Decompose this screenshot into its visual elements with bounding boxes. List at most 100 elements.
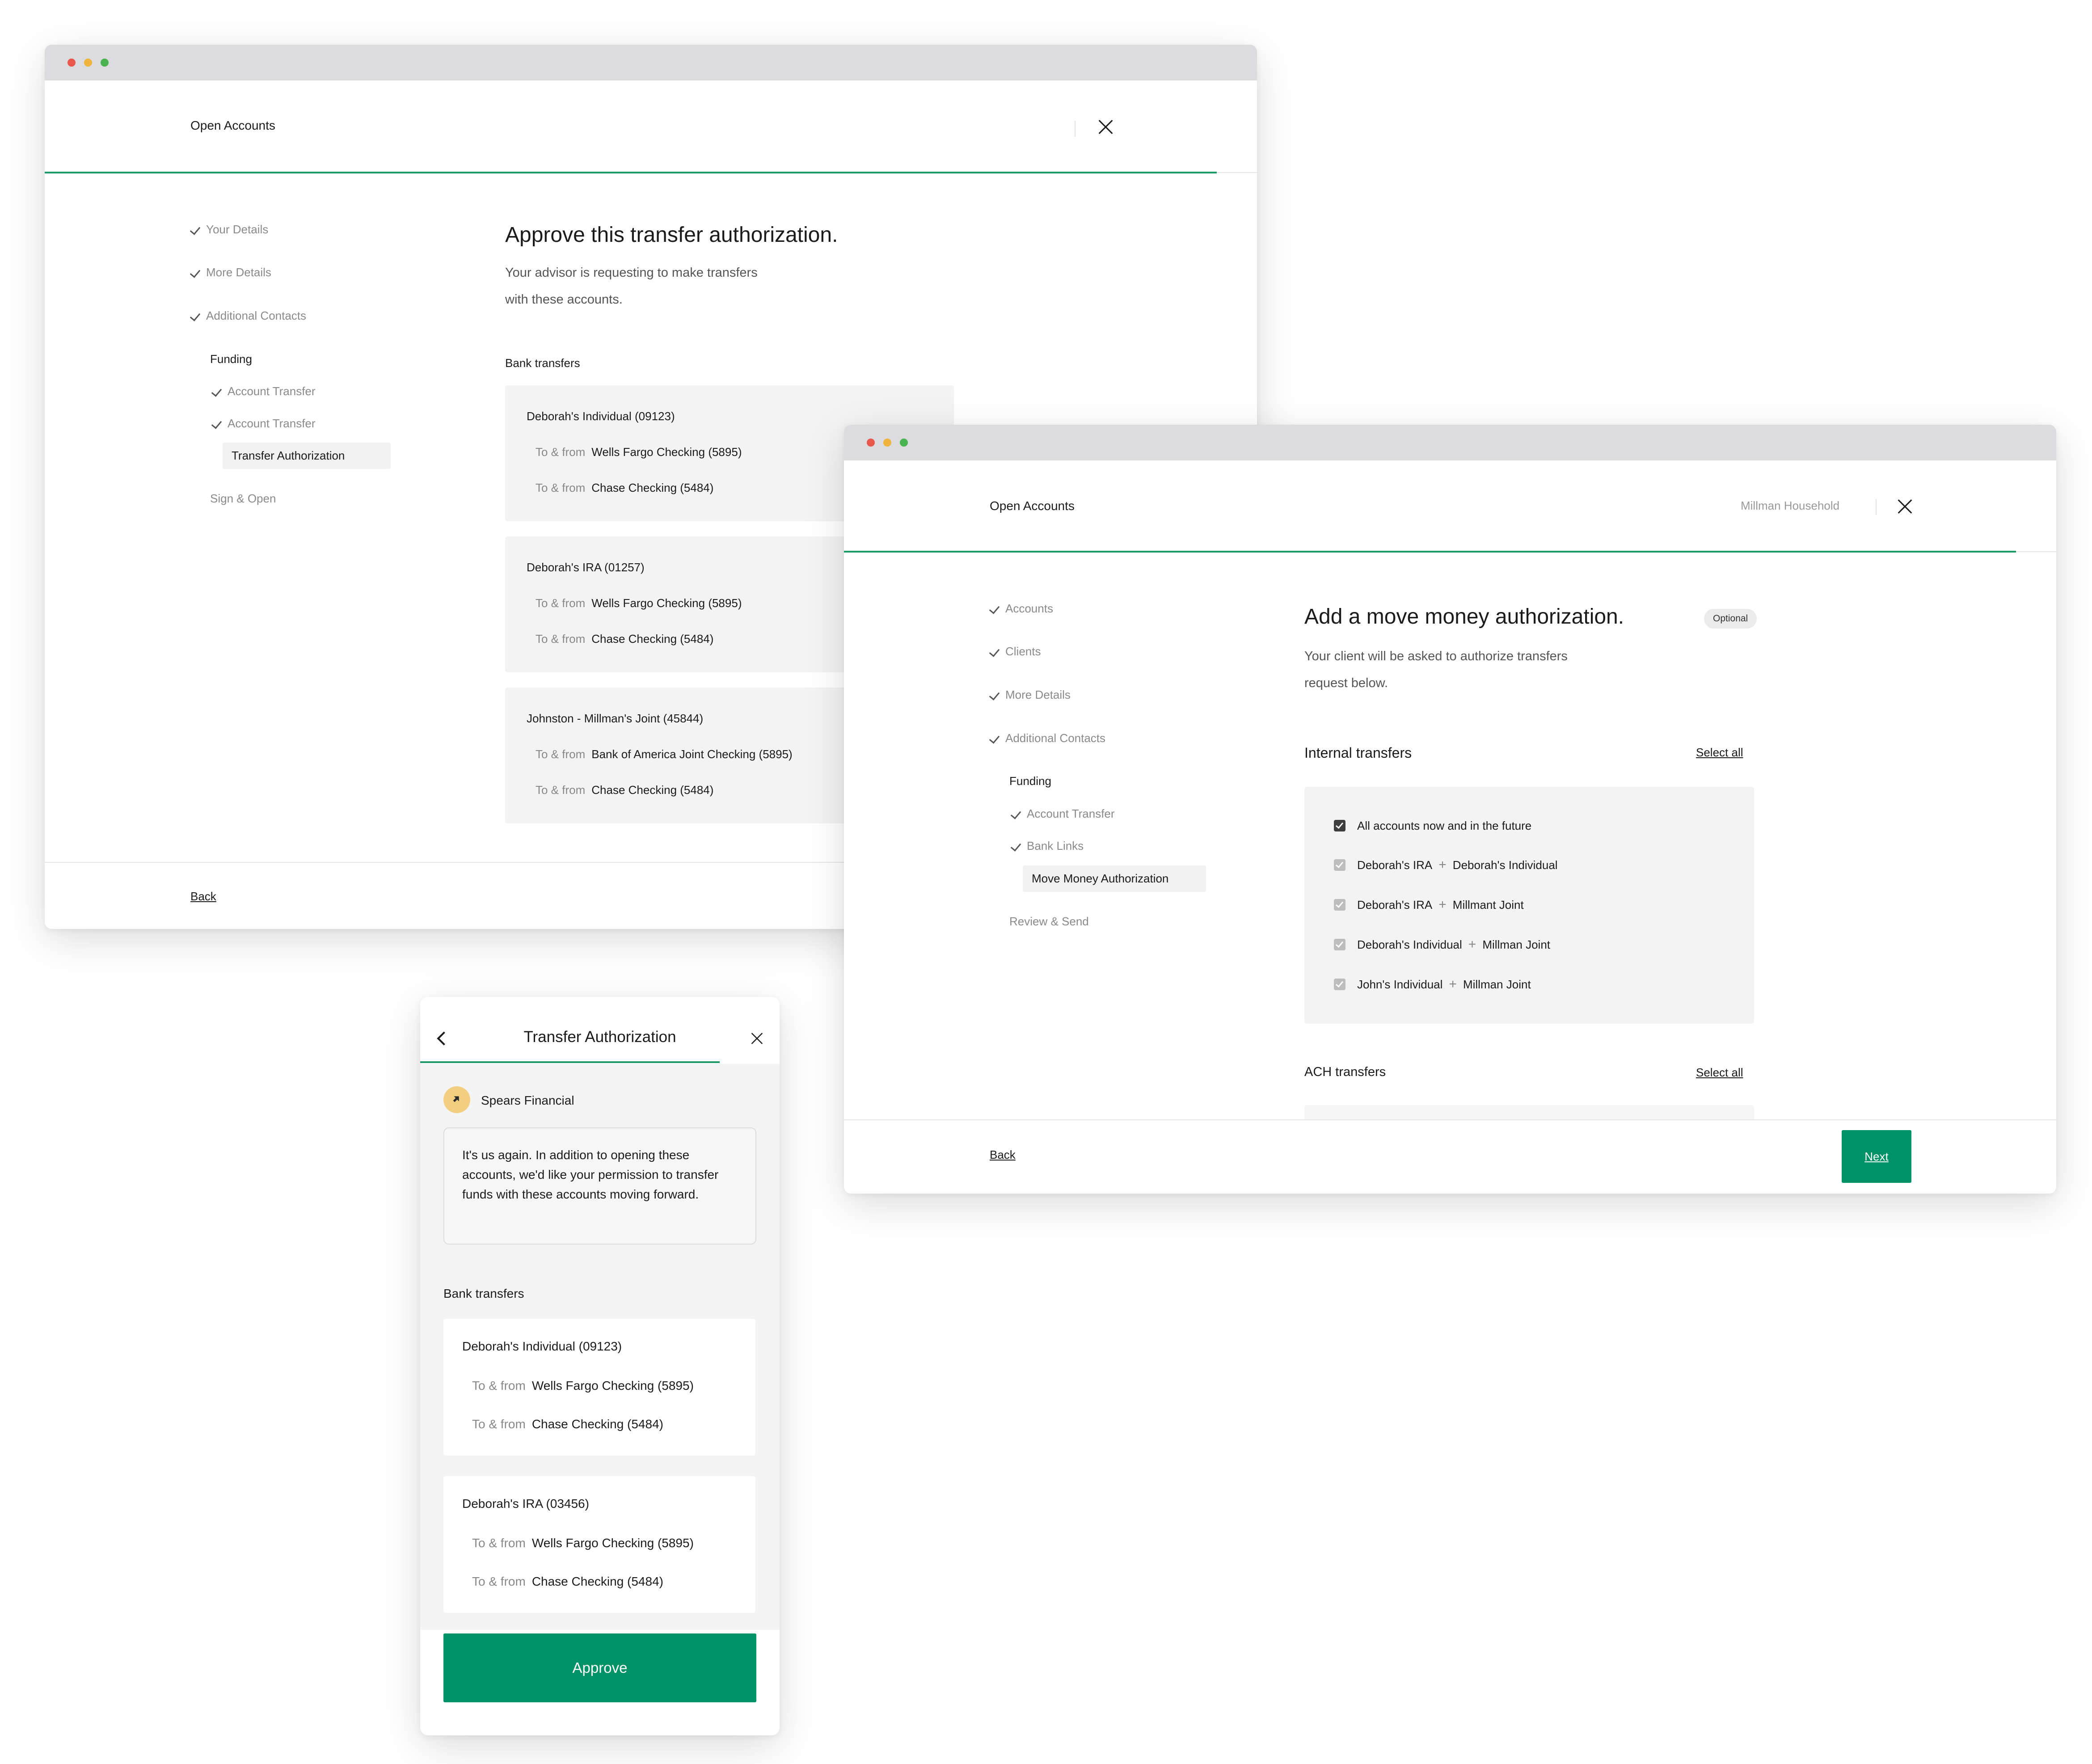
mobile-header: Transfer Authorization: [420, 997, 780, 1064]
step-additional-contacts[interactable]: Additional Contacts: [190, 309, 306, 323]
checkbox-pair[interactable]: [1334, 939, 1345, 950]
close-icon[interactable]: [1897, 499, 1912, 514]
account-title: Deborah's IRA (03456): [462, 1497, 589, 1511]
internal-transfers-card: All accounts now and in the future Debor…: [1304, 787, 1754, 1024]
page-title: Approve this transfer authorization.: [505, 223, 838, 247]
pair-row: Deborah's IRA + Deborah's Individual: [1357, 857, 1558, 872]
select-all-internal-link[interactable]: Select all: [1696, 746, 1743, 760]
transfer-row: To & from Bank of America Joint Checking …: [536, 747, 793, 761]
window-titlebar: [45, 45, 1257, 80]
progress-bar: [45, 172, 1217, 173]
section-bank-transfers: Bank transfers: [505, 356, 580, 370]
plus-icon: +: [1449, 977, 1457, 992]
step-clients[interactable]: Clients: [989, 645, 1041, 658]
check-icon: [1010, 808, 1021, 819]
transfer-row: To & from Chase Checking (5484): [472, 1574, 663, 1588]
arrow-icon: [451, 1094, 462, 1104]
substep-account-transfer-1[interactable]: Account Transfer: [211, 384, 316, 398]
pair-row: Deborah's Individual + Millman Joint: [1357, 937, 1551, 952]
progress-bar: [420, 1061, 720, 1063]
transfer-row: To & from Wells Fargo Checking (5895): [472, 1536, 694, 1550]
check-icon: [989, 732, 1000, 744]
substep-move-money-authorization[interactable]: Move Money Authorization: [1023, 865, 1206, 892]
plus-icon: +: [1438, 857, 1447, 872]
message-text: It's us again. In addition to opening th…: [462, 1148, 719, 1201]
check-icon: [211, 385, 222, 397]
back-link[interactable]: Back: [190, 890, 216, 903]
maximize-dot[interactable]: [900, 439, 908, 447]
window-move-money-authorization: Open Accounts Millman Household Accounts…: [844, 425, 2056, 1194]
close-icon[interactable]: [1098, 119, 1113, 135]
optional-badge: Optional: [1704, 609, 1757, 629]
page-subtitle: Your client will be asked to authorize t…: [1304, 649, 1568, 690]
plus-icon: +: [1438, 897, 1447, 912]
check-icon: [1010, 840, 1021, 852]
header-title: Open Accounts: [990, 499, 1075, 513]
page-title: Add a move money authorization.: [1304, 605, 1624, 629]
step-more-details[interactable]: More Details: [989, 688, 1071, 702]
advisor-name: Spears Financial: [481, 1093, 574, 1107]
check-icon: [190, 224, 201, 235]
account-title: Johnston - Millman's Joint (45844): [527, 712, 704, 725]
substep-account-transfer-2[interactable]: Account Transfer: [211, 417, 316, 430]
close-dot[interactable]: [867, 439, 875, 447]
mobile-transfer-authorization: Transfer Authorization Spears Financial …: [420, 997, 780, 1735]
check-icon: [989, 646, 1000, 657]
substep-account-transfer[interactable]: Account Transfer: [1010, 807, 1115, 821]
check-icon: [989, 603, 1000, 614]
plus-icon: +: [1468, 937, 1476, 952]
account-title: Deborah's Individual (09123): [462, 1339, 622, 1353]
message-bubble: It's us again. In addition to opening th…: [443, 1127, 756, 1245]
section-ach-transfers: ACH transfers: [1304, 1065, 1386, 1079]
progress-bar: [844, 551, 2016, 553]
checkbox-pair[interactable]: [1334, 979, 1345, 990]
checkbox-pair[interactable]: [1334, 899, 1345, 911]
check-icon: [989, 689, 1000, 701]
minimize-dot[interactable]: [84, 59, 92, 67]
step-your-details[interactable]: Your Details: [190, 223, 268, 236]
approve-footer: Approve: [420, 1630, 780, 1735]
close-icon[interactable]: [751, 1032, 763, 1044]
step-funding[interactable]: Funding: [1009, 774, 1051, 788]
pair-row: Deborah's IRA + Millmant Joint: [1357, 897, 1524, 912]
header-title: Open Accounts: [190, 118, 275, 132]
step-more-details[interactable]: More Details: [190, 266, 271, 279]
transfer-row: To & from Chase Checking (5484): [536, 783, 714, 797]
checkbox-pair[interactable]: [1334, 859, 1345, 871]
transfer-row: To & from Wells Fargo Checking (5895): [472, 1379, 694, 1393]
next-button[interactable]: Next: [1842, 1130, 1911, 1183]
approve-button[interactable]: Approve: [443, 1633, 756, 1702]
mobile-title: Transfer Authorization: [523, 1028, 676, 1046]
maximize-dot[interactable]: [101, 59, 109, 67]
check-icon: [211, 418, 222, 429]
checkbox-all-accounts[interactable]: [1334, 820, 1345, 831]
section-internal-transfers: Internal transfers: [1304, 745, 1412, 761]
back-link[interactable]: Back: [990, 1148, 1016, 1162]
select-all-ach-link[interactable]: Select all: [1696, 1066, 1743, 1080]
advisor-logo-icon: [443, 1086, 470, 1113]
transfer-row: To & from Chase Checking (5484): [536, 481, 714, 494]
header-divider: [1075, 121, 1076, 137]
footer: Back Next: [844, 1119, 2056, 1194]
page-subtitle: Your advisor is requesting to make trans…: [505, 266, 758, 307]
check-icon: [190, 266, 201, 278]
section-bank-transfers: Bank transfers: [443, 1287, 524, 1300]
progress-track: [2016, 551, 2056, 552]
close-dot[interactable]: [67, 59, 76, 67]
step-accounts[interactable]: Accounts: [989, 602, 1053, 616]
substep-bank-links[interactable]: Bank Links: [1010, 839, 1084, 853]
household-name: Millman Household: [1741, 499, 1840, 512]
all-accounts-label: All accounts now and in the future: [1357, 819, 1532, 832]
step-funding[interactable]: Funding: [210, 352, 252, 366]
mobile-body: Spears Financial It's us again. In addit…: [420, 1064, 780, 1735]
header-divider: [1876, 499, 1877, 515]
step-additional-contacts[interactable]: Additional Contacts: [989, 731, 1105, 745]
account-card: Deborah's IRA (03456) To & from Wells Far…: [443, 1476, 755, 1613]
minimize-dot[interactable]: [883, 439, 891, 447]
pair-row: John's Individual + Millman Joint: [1357, 977, 1531, 992]
step-review-send[interactable]: Review & Send: [1009, 915, 1089, 928]
account-card: Deborah's Individual (09123) To & from We…: [443, 1319, 755, 1456]
substep-transfer-authorization[interactable]: Transfer Authorization: [223, 443, 391, 469]
progress-track: [1217, 172, 1257, 173]
step-sign-open[interactable]: Sign & Open: [210, 492, 276, 506]
